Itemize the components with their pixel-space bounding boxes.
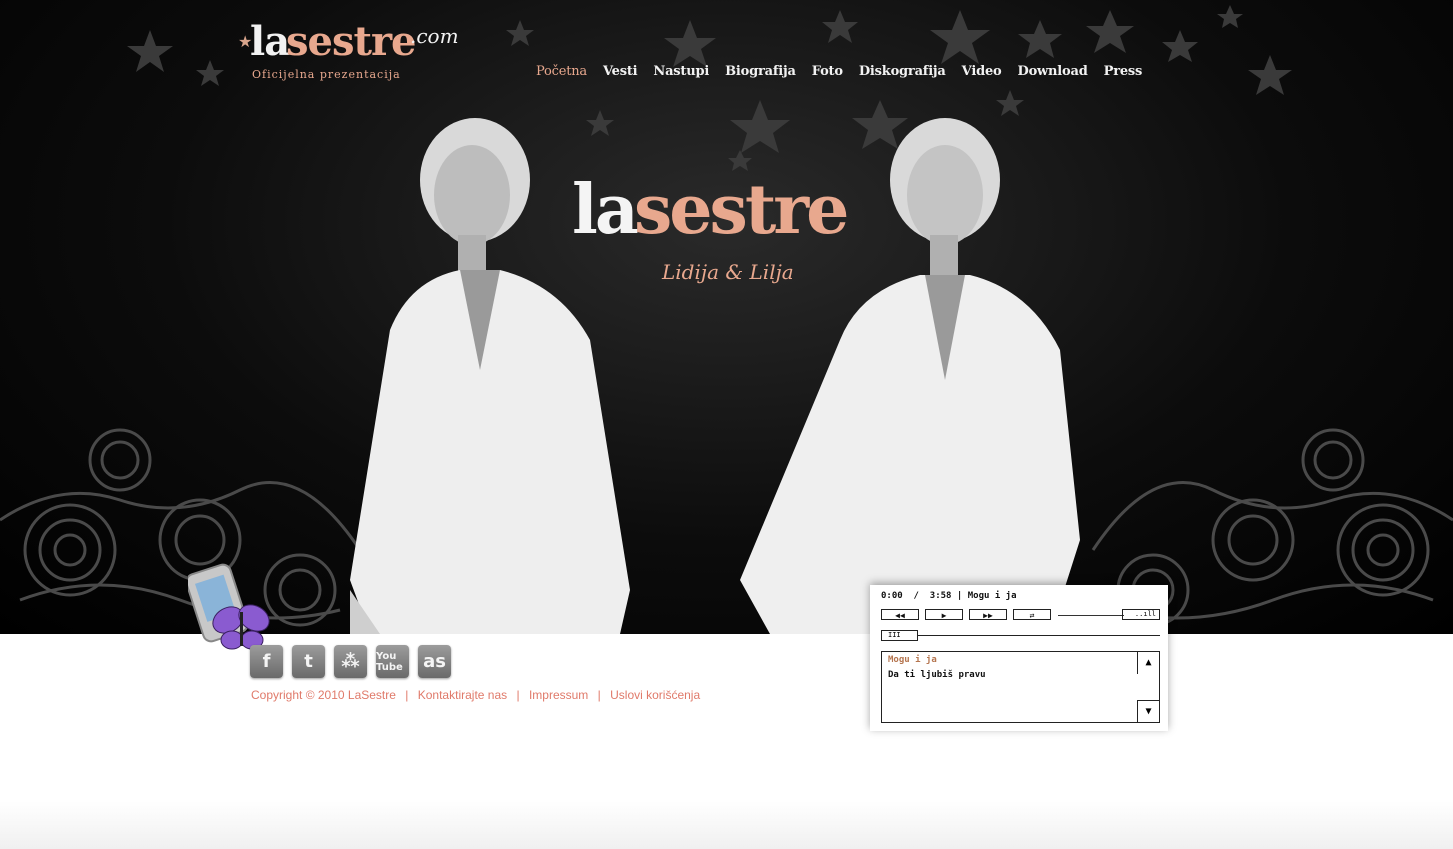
nav-item-download[interactable]: Download (1010, 64, 1096, 84)
main-nav: Početna Vesti Nastupi Biografija Foto Di… (528, 64, 1150, 84)
facebook-icon[interactable]: f (250, 645, 283, 678)
player-total-time: 3:58 (929, 591, 952, 601)
social-links: f t ⁂ You Tube as (250, 645, 451, 678)
player-forward-button[interactable]: ▶▶ (969, 609, 1007, 620)
footer-impressum-link[interactable]: Impressum (529, 688, 588, 702)
player-progress-handle[interactable]: III (881, 630, 918, 641)
hero-logo: la sestre Lidija & Lilja (572, 170, 862, 300)
hero-logo-sestre: sestre (634, 170, 849, 250)
music-player: 0:00 / 3:58 | Mogu i ja ◀◀ ▶ ▶▶ ⇄ ..ıll … (870, 585, 1168, 731)
player-repeat-button[interactable]: ⇄ (1013, 609, 1051, 620)
logo-la: la (250, 18, 290, 65)
nav-item-biografija[interactable]: Biografija (717, 64, 804, 84)
nav-item-nastupi[interactable]: Nastupi (645, 64, 717, 84)
logo-com: .com (410, 24, 459, 48)
footer-terms-link[interactable]: Uslovi korišćenja (610, 688, 700, 702)
playlist-item[interactable]: Da ti ljubiš pravu (888, 670, 986, 680)
hero-logo-la: la (572, 170, 639, 250)
player-playlist: Mogu i ja Da ti ljubiš pravu ▲ ▼ (881, 651, 1160, 723)
playlist-scroll-up-button[interactable]: ▲ (1137, 652, 1159, 674)
playlist-item-active[interactable]: Mogu i ja (888, 655, 937, 665)
player-rewind-button[interactable]: ◀◀ (881, 609, 919, 620)
player-volume-track[interactable] (1058, 615, 1124, 616)
footer-copyright: Copyright © 2010 LaSestre (251, 688, 396, 702)
nav-item-foto[interactable]: Foto (804, 64, 851, 84)
player-time-separator: / (913, 591, 919, 601)
player-now-playing: Mogu i ja (967, 591, 1017, 601)
youtube-icon[interactable]: You Tube (376, 645, 409, 678)
player-current-time: 0:00 (881, 591, 903, 601)
footer-separator: | (516, 688, 520, 702)
twitter-icon[interactable]: t (292, 645, 325, 678)
player-volume-slider[interactable]: ..ıll (1122, 609, 1160, 620)
player-time-display: 0:00 / 3:58 | Mogu i ja (881, 591, 1017, 601)
player-play-button[interactable]: ▶ (925, 609, 963, 620)
nav-item-pocetna[interactable]: Početna (528, 64, 595, 84)
logo-sestre: sestre (286, 18, 416, 65)
site-logo[interactable]: ★ la sestre .com Oficijelna prezentacija (238, 18, 468, 86)
page-bottom-fade (0, 801, 1453, 849)
nav-item-press[interactable]: Press (1096, 64, 1151, 84)
playlist-scroll-down-button[interactable]: ▼ (1137, 700, 1159, 722)
lastfm-icon[interactable]: as (418, 645, 451, 678)
nav-item-diskografija[interactable]: Diskografija (851, 64, 954, 84)
hero-banner: la sestre Lidija & Lilja ★ la sestre .co… (0, 0, 1453, 634)
nav-item-video[interactable]: Video (954, 64, 1010, 84)
myspace-icon[interactable]: ⁂ (334, 645, 367, 678)
footer-separator: | (597, 688, 601, 702)
hero-subtitle: Lidija & Lilja (662, 260, 794, 284)
footer-contact-link[interactable]: Kontaktirajte nas (418, 688, 507, 702)
logo-tagline: Oficijelna prezentacija (252, 68, 401, 81)
footer-separator: | (405, 688, 409, 702)
footer-links: Copyright © 2010 LaSestre | Kontaktirajt… (251, 688, 700, 702)
nav-item-vesti[interactable]: Vesti (595, 64, 645, 84)
player-progress-track[interactable] (881, 635, 1160, 636)
